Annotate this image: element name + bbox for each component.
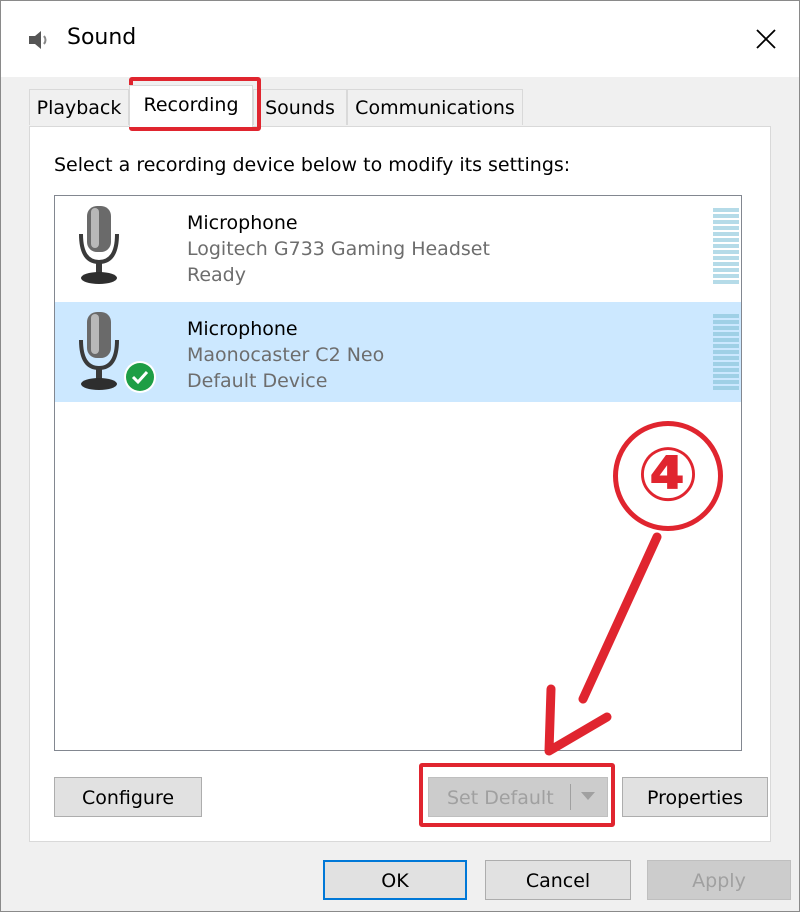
tab-communications[interactable]: Communications (347, 89, 523, 125)
apply-button[interactable]: Apply (647, 860, 791, 900)
set-default-button[interactable]: Set Default (428, 777, 608, 817)
device-description: Maonocaster C2 Neo (187, 344, 385, 366)
set-default-label: Set Default (447, 787, 554, 809)
tab-label: Sounds (265, 97, 335, 119)
meter-segment (713, 244, 739, 248)
meter-segment (713, 320, 739, 324)
meter-segment (713, 332, 739, 336)
tab-label: Communications (355, 97, 515, 119)
sound-dialog: Sound Playback Recording Sounds Communic… (0, 0, 800, 912)
microphone-icon (79, 206, 119, 284)
window-title: Sound (67, 25, 137, 50)
meter-segment (713, 214, 739, 218)
device-name: Microphone (187, 212, 298, 234)
instruction-text: Select a recording device below to modif… (54, 154, 571, 176)
meter-segment (713, 344, 739, 348)
meter-segment (713, 362, 739, 366)
ok-button[interactable]: OK (323, 860, 467, 900)
close-icon (756, 29, 776, 49)
step-number-callout: ④ (613, 421, 723, 531)
meter-segment (713, 208, 739, 212)
configure-button[interactable]: Configure (54, 777, 202, 817)
device-row-headset[interactable]: Microphone Logitech G733 Gaming Headset … (55, 196, 741, 296)
level-meter (713, 208, 739, 284)
meter-segment (713, 314, 739, 318)
meter-segment (713, 274, 739, 278)
meter-segment (713, 232, 739, 236)
meter-segment (713, 220, 739, 224)
device-name: Microphone (187, 318, 298, 340)
meter-segment (713, 374, 739, 378)
level-meter (713, 314, 739, 390)
title-bar: Sound (1, 1, 799, 77)
meter-segment (713, 350, 739, 354)
meter-segment (713, 256, 739, 260)
meter-segment (713, 368, 739, 372)
meter-segment (713, 386, 739, 390)
arrow-pointer-icon (544, 532, 662, 756)
device-description: Logitech G733 Gaming Headset (187, 238, 490, 260)
tab-label: Recording (143, 94, 239, 116)
device-status: Ready (187, 264, 246, 286)
meter-segment (713, 380, 739, 384)
device-status: Default Device (187, 370, 328, 392)
meter-segment (713, 238, 739, 242)
meter-segment (713, 338, 739, 342)
default-check-icon (124, 361, 156, 393)
tab-sounds[interactable]: Sounds (253, 89, 347, 125)
cancel-button[interactable]: Cancel (485, 860, 631, 900)
split-separator (570, 784, 571, 810)
meter-segment (713, 280, 739, 284)
meter-segment (713, 268, 739, 272)
device-row-maonocaster[interactable]: Microphone Maonocaster C2 Neo Default De… (55, 302, 741, 402)
chevron-down-icon[interactable] (581, 792, 595, 800)
meter-segment (713, 356, 739, 360)
meter-segment (713, 250, 739, 254)
tab-recording[interactable]: Recording (129, 85, 253, 127)
speaker-icon (29, 31, 47, 49)
meter-segment (713, 262, 739, 266)
meter-segment (713, 226, 739, 230)
tab-label: Playback (36, 97, 122, 119)
close-button[interactable] (733, 1, 799, 77)
tab-playback[interactable]: Playback (29, 89, 129, 125)
properties-button[interactable]: Properties (622, 777, 768, 817)
meter-segment (713, 326, 739, 330)
